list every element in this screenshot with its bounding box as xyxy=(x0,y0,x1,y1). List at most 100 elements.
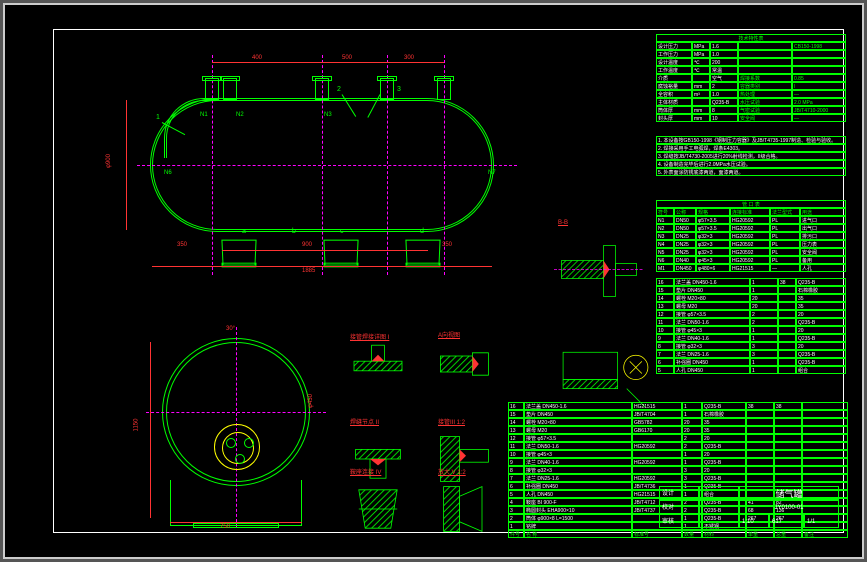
table-row: 11法兰 DN50-1.62Q235-B xyxy=(656,318,846,326)
tank-elevation-view: 400 500 300 1 2 3 1885 900 350 350 φ xyxy=(92,50,532,290)
table-row: 15垫片 DN4501石棉橡胶 xyxy=(656,286,846,294)
table-title: 管 口 表 xyxy=(656,200,846,208)
tag-b: b xyxy=(292,228,296,235)
table-row: N3DN25φ32×3HG20592PL排污口 xyxy=(656,232,846,240)
callout-2: 2 xyxy=(337,86,341,93)
tech-req-line: 5. 外表面涂防锈底漆两道，面漆两道。 xyxy=(656,168,846,176)
nozzle-n2 xyxy=(223,78,237,100)
saddle-sliding xyxy=(405,240,440,266)
tech-req-line: 3. 焊缝按JB/T4730-2005进行20%射线检测，II级合格。 xyxy=(656,152,846,160)
table-row: 7法兰 DN25-1.63Q235-B xyxy=(656,350,846,358)
drawing-title: 储气罐 xyxy=(739,486,839,500)
table-row: 9法兰 DN40-1.61Q235-B xyxy=(656,334,846,342)
tech-req-line: 1. 本设备按GB150-1998《钢制压力容器》及JB/T4735-1997制… xyxy=(656,136,846,144)
tb-sheets: 1/1 xyxy=(804,514,839,528)
tech-requirements: 1. 本设备按GB150-1998《钢制压力容器》及JB/T4735-1997制… xyxy=(656,136,846,176)
cad-viewport[interactable]: 400 500 300 1 2 3 1885 900 350 350 φ xyxy=(3,3,864,559)
centerline-horizontal xyxy=(137,165,517,166)
table-row: N1DN50φ57×3.5HG20592PL进气口 xyxy=(656,216,846,224)
dim-text: 30° xyxy=(226,326,235,332)
dim-saddle xyxy=(222,250,428,251)
table-row: 封头厚mm10安全阀— xyxy=(656,114,846,122)
table-row: 工作压力MPa1.0 xyxy=(656,50,846,58)
bolt-icon xyxy=(244,438,254,448)
dim-text: φ450 xyxy=(308,394,314,408)
dim-text: 750 xyxy=(220,524,230,530)
dim-text: 1885 xyxy=(302,268,315,274)
nozzle-n3 xyxy=(315,78,329,100)
bom-row: 10接管 φ45×3120 xyxy=(508,450,848,458)
bom-row: 12接管 φ57×3.5220 xyxy=(508,434,848,442)
table-row: 10接管 φ45×3120 xyxy=(656,326,846,334)
callout-1: 1 xyxy=(156,114,160,121)
tb-weight: 617 xyxy=(769,514,804,528)
callout-3: 3 xyxy=(397,86,401,93)
detail-view-5: 鞍座连接 IV xyxy=(346,477,410,541)
tb-approve-label: 审核 xyxy=(659,514,699,528)
title-block: 设计 储气罐 校对 JY0100-01 审核 1:10 617 1/1 xyxy=(659,486,839,528)
drawing-number: JY0100-01 xyxy=(739,500,839,514)
dim-text: 400 xyxy=(252,55,262,61)
table-row: 筒体厚mm8气密试验JB/T4710-2000 xyxy=(656,106,846,114)
table-row: 腐蚀裕量mm2容器类别I xyxy=(656,82,846,90)
bom-row: 7法兰 DN25-1.6HG205923Q235-B xyxy=(508,474,848,482)
nozzle-tag: N7 xyxy=(488,170,496,176)
detail-view-nozzle: B-B xyxy=(554,230,644,312)
detail-label: 放大 V 1:2 xyxy=(438,467,466,476)
detail-label: A向视图 xyxy=(438,330,460,339)
dim-text: 900 xyxy=(302,242,312,248)
dim-line xyxy=(212,62,322,63)
tech-req-line: 2. 焊接采用手工电弧焊，焊条E4303。 xyxy=(656,144,846,152)
bom-row: 16法兰盖 DN450-1.6HG215151Q235-B3838 xyxy=(508,402,848,410)
nozzle-tag: N2 xyxy=(236,112,244,118)
dim-text: 350 xyxy=(442,242,452,248)
detail-label: 焊缝节点 II xyxy=(350,417,379,426)
table-row: 介质空气焊接系数0.85 xyxy=(656,74,846,82)
dim-text: 500 xyxy=(342,55,352,61)
tag-d: d xyxy=(420,228,424,235)
nozzle-n5 xyxy=(437,78,451,100)
saddle-end-view xyxy=(170,480,302,526)
table-row: N4DN25φ32×3HG20592PL压力表 xyxy=(656,240,846,248)
detail-label: 鞍座连接 IV xyxy=(350,467,381,476)
tag-a: a xyxy=(242,228,246,235)
bom-row: 9法兰 DN40-1.6HG205921Q235-B xyxy=(508,458,848,466)
bom-row: 8接管 φ32×3320 xyxy=(508,466,848,474)
detail-view-1: 接管焊接详图 I xyxy=(346,342,410,406)
tank-end-view: 30° φ450 750 1150 xyxy=(126,322,346,542)
tb-check-label: 校对 xyxy=(659,500,699,514)
dim-overall xyxy=(152,266,492,267)
bom-row: 13螺母 M20GB61702035 xyxy=(508,426,848,434)
table-row: 16法兰盖 DN450-1.6138Q235-B xyxy=(656,278,846,286)
detail-label: B-B xyxy=(558,220,568,226)
table-row: 工作温度℃常温 xyxy=(656,66,846,74)
saddle-bottom-nozzle xyxy=(323,240,358,266)
dim-height xyxy=(126,100,127,230)
dim-text: 350 xyxy=(177,242,187,248)
dim-line xyxy=(322,62,387,63)
dim-text: 1150 xyxy=(133,419,139,432)
dim-line xyxy=(387,62,444,63)
detail-label: 接管焊接详图 I xyxy=(350,332,389,341)
dim-text: φ900 xyxy=(106,154,112,168)
drawing-frame: 400 500 300 1 2 3 1885 900 350 350 φ xyxy=(53,29,844,533)
nozzle-n4 xyxy=(380,78,394,100)
table-row: N5DN25φ32×3HG20592PL安全阀 xyxy=(656,248,846,256)
table-row: 设计压力MPa1.6CB150-1998 xyxy=(656,42,846,50)
detail-view-2: A向视图 xyxy=(434,340,498,404)
bom-row: 11法兰 DN50-1.6HG205922Q235-B xyxy=(508,442,848,450)
table-row: 12接管 φ57×3.5220 xyxy=(656,310,846,318)
dim-text: 300 xyxy=(404,55,414,61)
nozzle-table: 管 口 表 符号公称规格连接标准法兰型式用途 N1DN50φ57×3.5HG20… xyxy=(656,200,846,272)
nozzle-tag: N3 xyxy=(324,112,332,118)
table-row: 6补强圈 DN4501Q235-B xyxy=(656,358,846,366)
nozzle-n1 xyxy=(205,78,219,100)
design-data-table: 技术特性表 设计压力MPa1.6CB150-1998工作压力MPa1.0设计温度… xyxy=(656,34,846,122)
bom-row: 15垫片 DN450JB/T47041石棉橡胶 xyxy=(508,410,848,418)
table-row: 全容积m³1.0热处理— xyxy=(656,90,846,98)
tb-scale: 1:10 xyxy=(739,514,769,528)
table-row: 13螺母 M202035 xyxy=(656,302,846,310)
tb-design-label: 设计 xyxy=(659,486,699,500)
table-title: 技术特性表 xyxy=(656,34,846,42)
tech-req-line: 4. 设备制造完毕后进行2.0MPa水压试验。 xyxy=(656,160,846,168)
